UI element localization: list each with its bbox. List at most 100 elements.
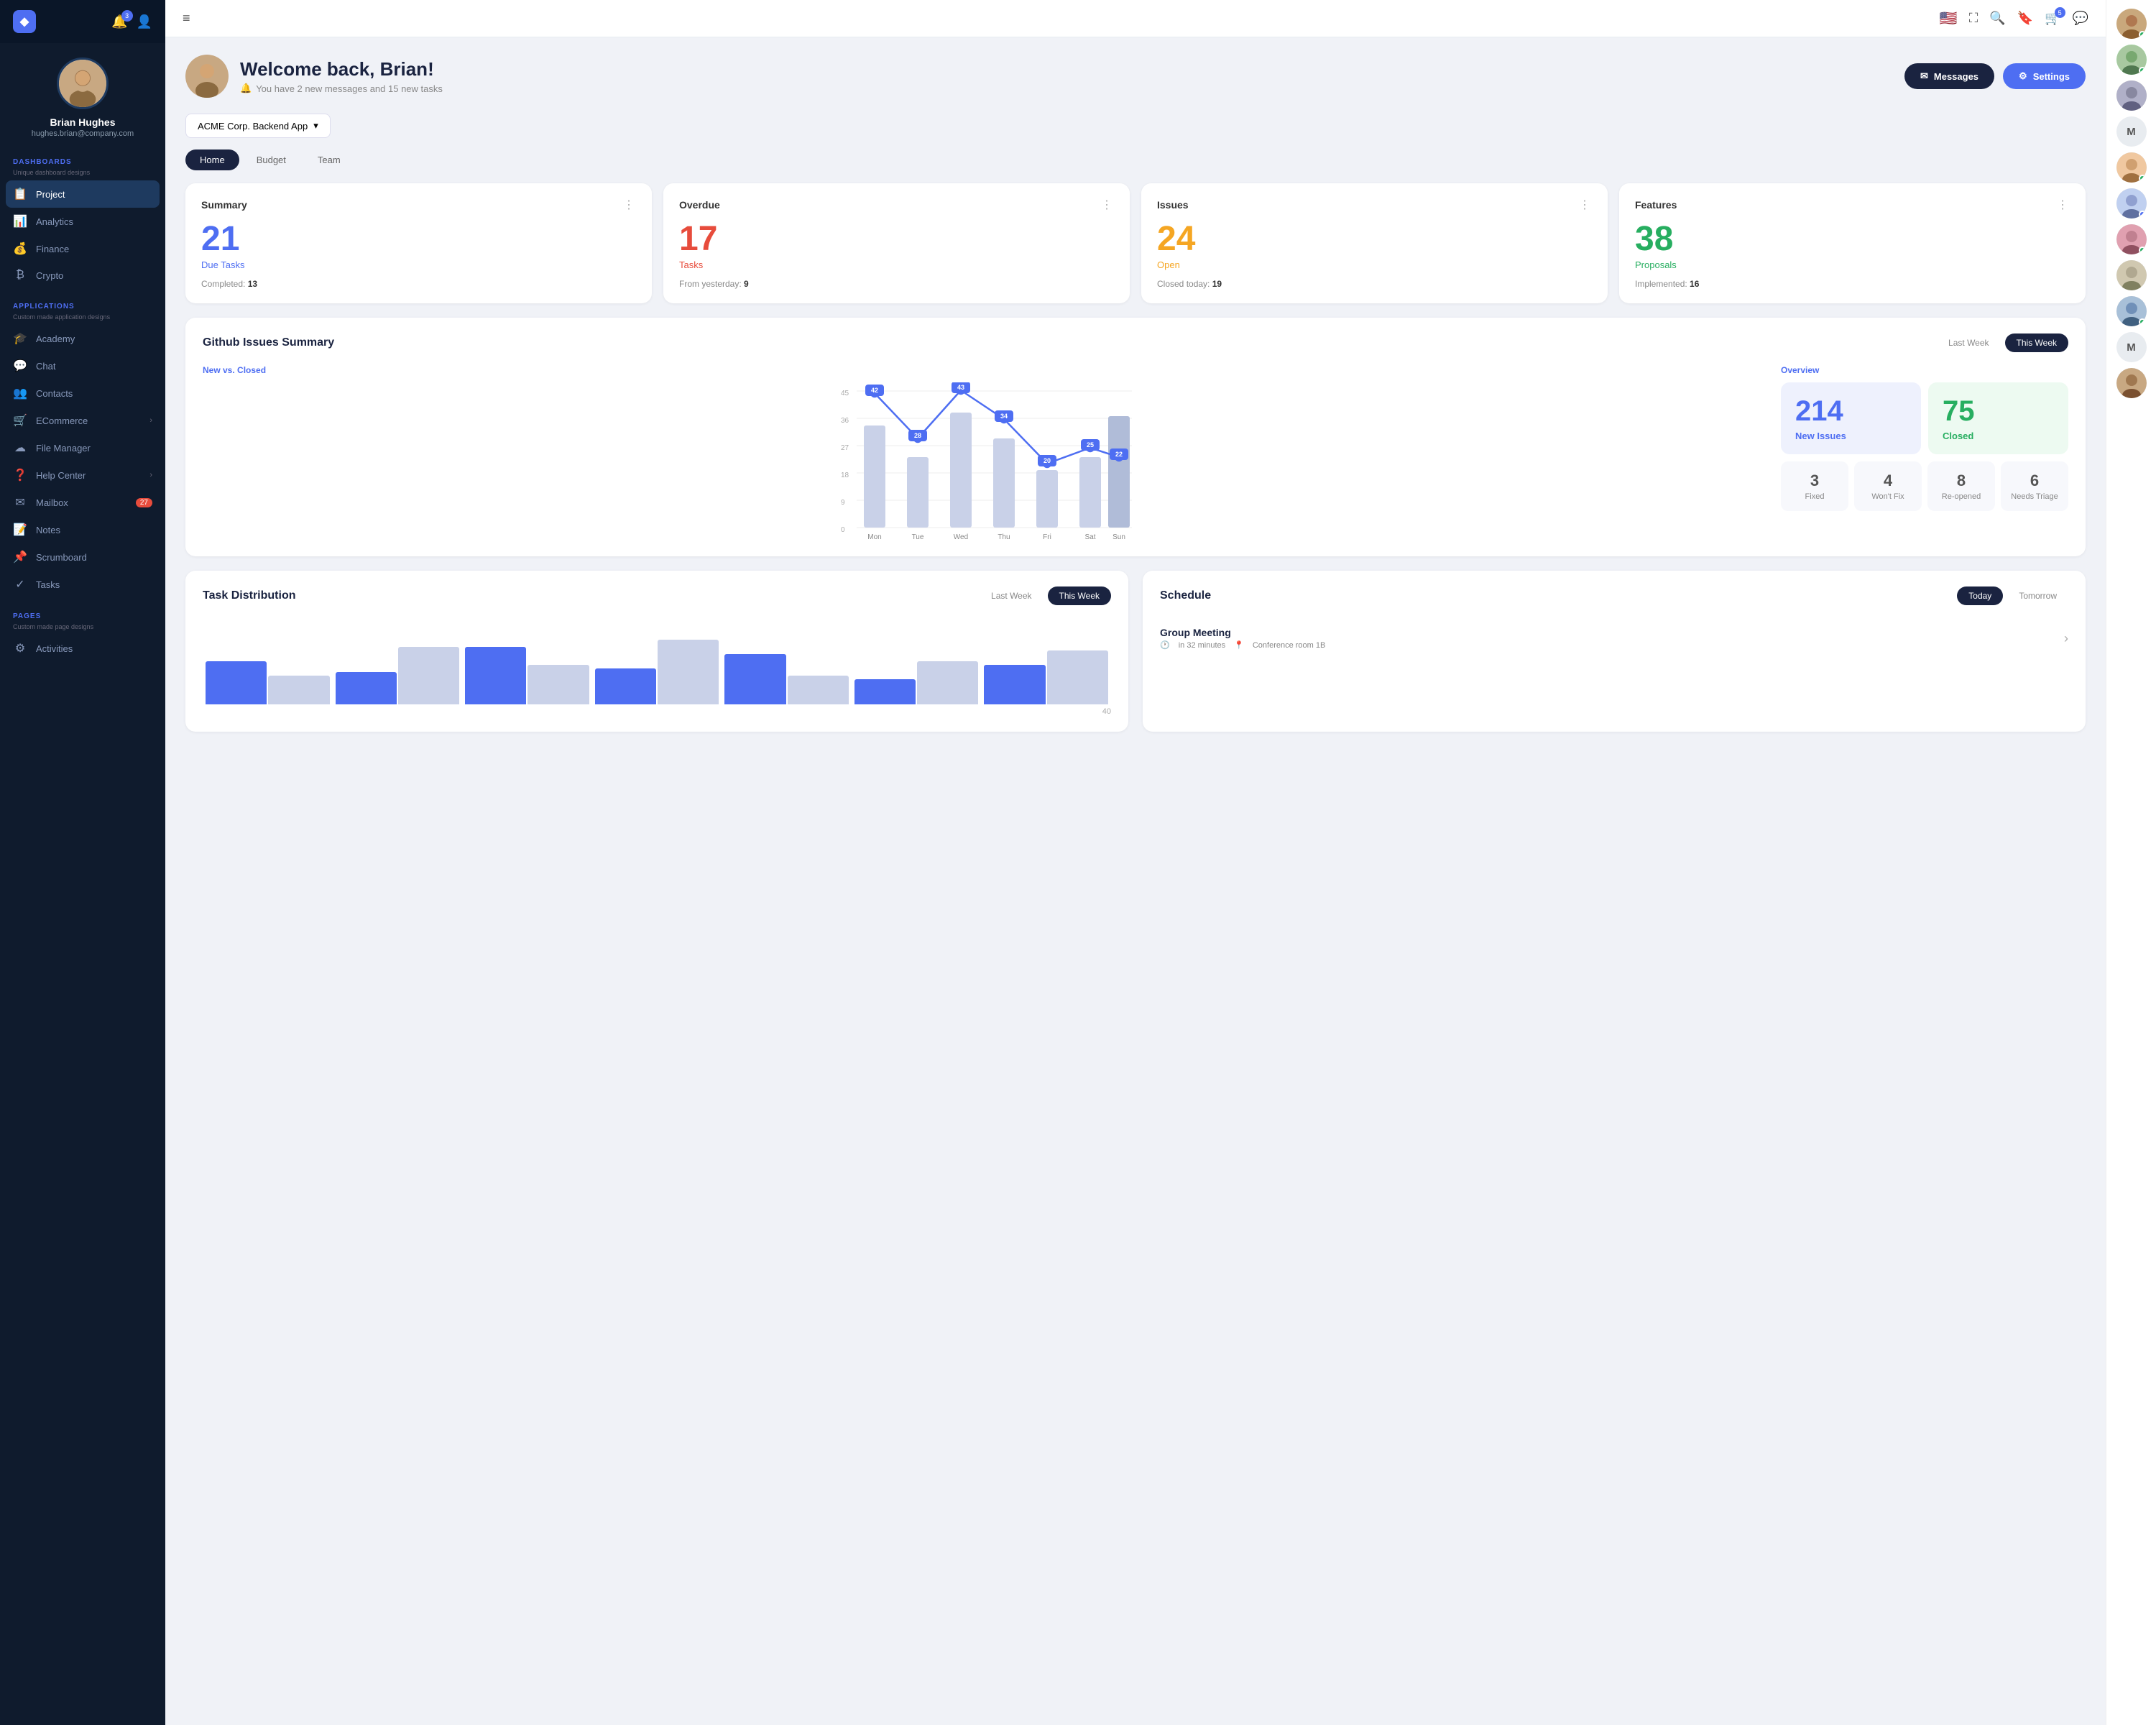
summary-sublabel: Due Tasks [201, 259, 636, 270]
chart-area: New vs. Closed 45 36 27 18 9 0 [203, 365, 1766, 540]
right-panel-avatar-2[interactable] [2116, 45, 2147, 75]
right-panel-avatar-8[interactable] [2116, 260, 2147, 290]
issues-menu-icon[interactable]: ⋮ [1579, 198, 1592, 212]
meeting-time: in 32 minutes [1179, 641, 1225, 650]
sidebar-item-filemanager[interactable]: ☁ File Manager [0, 434, 165, 461]
sidebar-item-scrumboard[interactable]: 📌 Scrumboard [0, 543, 165, 571]
activities-icon: ⚙ [13, 641, 27, 656]
sidebar-item-academy[interactable]: 🎓 Academy [0, 325, 165, 352]
notification-badge: 3 [121, 10, 133, 22]
issues-chart: 45 36 27 18 9 0 [203, 382, 1766, 540]
app-logo[interactable]: ◆ [13, 10, 36, 33]
bottom-row: Task Distribution Last Week This Week [185, 571, 2086, 746]
settings-button[interactable]: ⚙ Settings [2003, 63, 2086, 89]
task-distribution-card: Task Distribution Last Week This Week [185, 571, 1128, 732]
main-tabs: Home Budget Team [185, 150, 2086, 170]
right-panel-avatar-11[interactable] [2116, 368, 2147, 398]
svg-text:Sun: Sun [1112, 533, 1125, 540]
dashboards-label: DASHBOARDS [0, 150, 165, 169]
features-footer: Implemented: 16 [1635, 279, 2070, 289]
sidebar-item-chat[interactable]: 💬 Chat [0, 352, 165, 380]
issues-footer: Closed today: 19 [1157, 279, 1592, 289]
tab-budget[interactable]: Budget [242, 150, 300, 170]
issues-sublabel: Open [1157, 259, 1592, 270]
reopened-box: 8 Re-opened [1927, 461, 1995, 511]
task-bar-sat [854, 661, 979, 704]
topbar-right: 🇺🇸 ⛶ 🔍 🔖 🛒 5 💬 [1940, 9, 2088, 27]
notes-icon: 📝 [13, 523, 27, 537]
stat-card-overdue: Overdue ⋮ 17 Tasks From yesterday: 9 [663, 183, 1130, 303]
sidebar-item-activities[interactable]: ⚙ Activities [0, 635, 165, 662]
sidebar-item-crypto[interactable]: ₿ Crypto [0, 262, 165, 288]
finance-icon: 💰 [13, 242, 27, 256]
messages-topbar-icon[interactable]: 💬 [2073, 11, 2088, 26]
right-panel-avatar-initial-1[interactable]: M [2116, 116, 2147, 147]
sidebar-item-mailbox[interactable]: ✉ Mailbox 27 [0, 489, 165, 516]
sidebar-item-contacts[interactable]: 👥 Contacts [0, 380, 165, 407]
sidebar-item-finance[interactable]: 💰 Finance [0, 235, 165, 262]
tomorrow-button[interactable]: Tomorrow [2007, 586, 2068, 605]
messages-button[interactable]: ✉ Messages [1904, 63, 1994, 89]
right-panel-avatar-3[interactable] [2116, 80, 2147, 111]
bookmark-icon[interactable]: 🔖 [2017, 11, 2033, 26]
last-week-button[interactable]: Last Week [1937, 334, 2000, 352]
github-header: Github Issues Summary Last Week This Wee… [203, 334, 2068, 352]
sidebar-item-label: Project [36, 189, 65, 200]
notifications-button[interactable]: 🔔 3 [111, 14, 127, 29]
right-panel-avatar-6[interactable] [2116, 188, 2147, 218]
wont-fix-number: 4 [1861, 472, 1915, 490]
cart-icon[interactable]: 🛒 5 [2045, 11, 2060, 26]
right-panel-avatar-9[interactable] [2116, 296, 2147, 326]
tab-home[interactable]: Home [185, 150, 239, 170]
sidebar-item-ecommerce[interactable]: 🛒 ECommerce › [0, 407, 165, 434]
right-panel-avatar-7[interactable] [2116, 224, 2147, 254]
sidebar-item-project[interactable]: 📋 Project [6, 180, 160, 208]
sidebar-item-helpcenter[interactable]: ❓ Help Center › [0, 461, 165, 489]
online-indicator [2139, 31, 2146, 38]
overview-title: Overview [1781, 365, 2068, 375]
sidebar-item-tasks[interactable]: ✓ Tasks [0, 571, 165, 598]
sidebar-item-notes[interactable]: 📝 Notes [0, 516, 165, 543]
mailbox-icon: ✉ [13, 495, 27, 510]
fullscreen-icon[interactable]: ⛶ [1969, 11, 1978, 26]
summary-menu-icon[interactable]: ⋮ [623, 198, 636, 212]
welcome-header: Welcome back, Brian! 🔔 You have 2 new me… [185, 55, 2086, 98]
user-menu-button[interactable]: 👤 [137, 14, 152, 29]
week-toggle: Last Week This Week [1937, 334, 2068, 352]
this-week-button[interactable]: This Week [2005, 334, 2068, 352]
right-panel-avatar-initial-2[interactable]: M [2116, 332, 2147, 362]
task-dist-toggle: Last Week This Week [980, 586, 1111, 605]
sidebar-item-label: Finance [36, 244, 69, 254]
language-flag[interactable]: 🇺🇸 [1940, 9, 1958, 27]
search-icon[interactable]: 🔍 [1989, 11, 2005, 26]
task-last-week-button[interactable]: Last Week [980, 586, 1043, 605]
chart-subtitle: New vs. Closed [203, 365, 1766, 375]
right-panel-avatar-5[interactable] [2116, 152, 2147, 183]
task-this-week-button[interactable]: This Week [1048, 586, 1111, 605]
pages-sublabel: Custom made page designs [0, 623, 165, 635]
schedule-header: Schedule Today Tomorrow [1160, 586, 2068, 605]
overdue-footer: From yesterday: 9 [679, 279, 1114, 289]
main-area: ≡ 🇺🇸 ⛶ 🔍 🔖 🛒 5 💬 [165, 0, 2106, 1725]
envelope-icon: ✉ [1920, 70, 1928, 82]
sidebar-item-label: Notes [36, 525, 60, 535]
location-icon: 📍 [1234, 640, 1244, 650]
features-menu-icon[interactable]: ⋮ [2057, 198, 2070, 212]
task-dist-title: Task Distribution [203, 589, 296, 602]
mailbox-badge: 27 [136, 498, 152, 507]
tab-team[interactable]: Team [303, 150, 355, 170]
overdue-menu-icon[interactable]: ⋮ [1101, 198, 1114, 212]
project-selector[interactable]: ACME Corp. Backend App ▾ [185, 114, 331, 138]
right-panel-avatar-1[interactable] [2116, 9, 2147, 39]
sidebar-item-label: Mailbox [36, 497, 68, 508]
today-button[interactable]: Today [1957, 586, 2003, 605]
topbar: ≡ 🇺🇸 ⛶ 🔍 🔖 🛒 5 💬 [165, 0, 2106, 37]
summary-label: Summary [201, 199, 247, 211]
schedule-arrow-icon[interactable]: › [2064, 631, 2068, 646]
user-name: Brian Hughes [50, 116, 115, 128]
sidebar-item-analytics[interactable]: 📊 Analytics [0, 208, 165, 235]
wont-fix-box: 4 Won't Fix [1854, 461, 1922, 511]
hamburger-button[interactable]: ≡ [183, 11, 190, 26]
helpcenter-icon: ❓ [13, 468, 27, 482]
task-bar-sun [984, 650, 1108, 704]
